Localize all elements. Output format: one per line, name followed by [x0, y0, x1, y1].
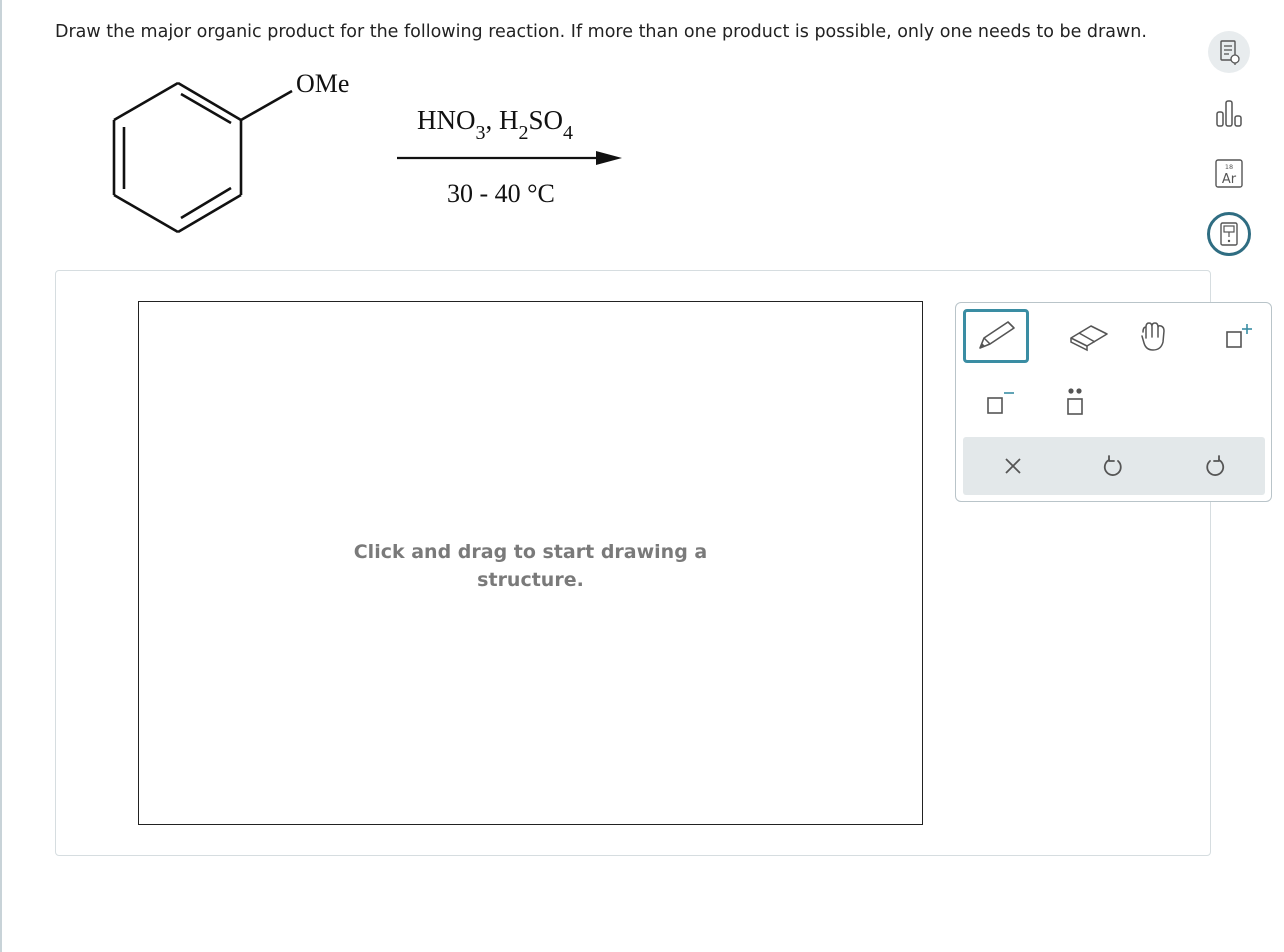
- lone-pair-tool[interactable]: [1042, 373, 1108, 427]
- substituent-label: OMe: [296, 69, 349, 98]
- canvas-hint: Click and drag to start drawing a struct…: [353, 541, 708, 591]
- svg-text:HNO3, H2SO4: HNO3, H2SO4: [417, 105, 573, 144]
- redo-icon: [1206, 455, 1225, 476]
- clear-icon: [1005, 458, 1021, 474]
- arrow-head: [596, 151, 622, 165]
- drawing-canvas[interactable]: Click and drag to start drawing a struct…: [138, 301, 923, 825]
- drawing-toolbar: [955, 302, 1272, 502]
- action-row: [963, 437, 1265, 495]
- eraser-tool[interactable]: [1056, 309, 1122, 363]
- question-text: Draw the major organic product for the f…: [55, 22, 1147, 42]
- undo-icon: [1103, 455, 1122, 476]
- pencil-icon: [979, 321, 1015, 349]
- negative-charge-tool[interactable]: [963, 373, 1029, 427]
- periodic-number: 18: [1225, 163, 1233, 171]
- question-clipboard-icon[interactable]: [1207, 30, 1251, 74]
- eraser-icon: [1070, 325, 1108, 352]
- clear-button[interactable]: [963, 437, 1063, 495]
- hand-tool[interactable]: [1120, 309, 1186, 363]
- positive-charge-icon: [1226, 324, 1252, 348]
- conditions-label: 30 - 40 °C: [447, 179, 555, 208]
- pencil-tool[interactable]: [963, 309, 1029, 363]
- calculator-icon[interactable]: [1207, 212, 1251, 256]
- left-border: [0, 0, 2, 952]
- bar-chart-icon[interactable]: [1207, 92, 1251, 136]
- periodic-table-icon[interactable]: 18 Ar: [1207, 152, 1251, 196]
- positive-charge-tool[interactable]: [1204, 309, 1270, 363]
- redo-button[interactable]: [1165, 437, 1265, 495]
- reaction-scheme: OMe HNO3, H2SO4 30 - 40 °C: [112, 69, 622, 234]
- negative-charge-icon: [987, 392, 1014, 414]
- lone-pair-icon: [1067, 388, 1083, 415]
- periodic-symbol: Ar: [1222, 172, 1237, 187]
- reagents: HNO3, H2SO4: [417, 105, 573, 144]
- benzene-ring: [112, 81, 293, 234]
- undo-button[interactable]: [1063, 437, 1163, 495]
- hand-icon: [1141, 322, 1165, 351]
